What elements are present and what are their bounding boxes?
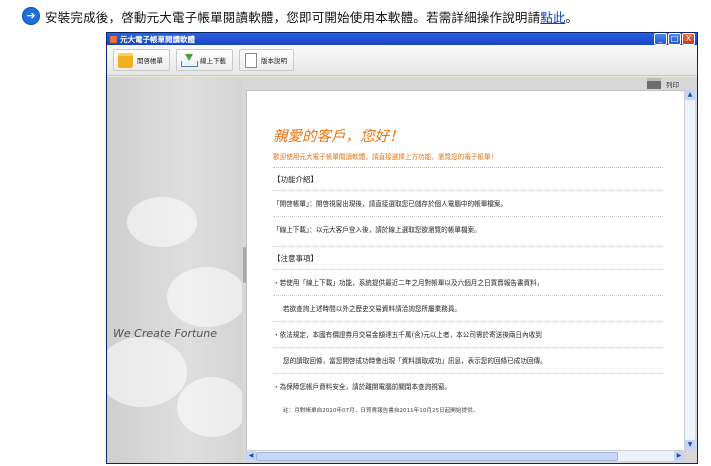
- features-section-title: 【功能介紹】: [273, 167, 663, 190]
- version-info-button[interactable]: 版本說明: [239, 49, 294, 71]
- app-window: 元大電子帳單閱讀軟體 _ □ X 開啓帳單 線上下載 版本說明 We Creat…: [106, 32, 698, 464]
- footnote: 註：月對帳單自2010年07月，日買賣報告書自2011年10月25日起開始提供。: [283, 408, 479, 414]
- feature-open-text: 「開啓帳單」：開啓視窗出現後，請直接選取您已儲存於個人電腦中的帳單檔案。: [273, 190, 663, 216]
- feature-download-text: 「線上下載」：以元大客戶登入後，請於線上選取您欲瀏覽的帳單檔案。: [273, 216, 663, 242]
- online-download-label: 線上下載: [200, 57, 226, 65]
- open-bill-label: 開啓帳單: [137, 57, 163, 65]
- welcome-content: 親愛的客戶，您好！ 歡迎使用元大電子帳單閱讀軟體，請直接選擇上方功能，瀏覽您的電…: [246, 90, 686, 452]
- open-bill-button[interactable]: 開啓帳單: [113, 49, 170, 71]
- flower-decoration: [107, 337, 187, 407]
- instruction-end: 。: [565, 9, 579, 25]
- window-title: 元大電子帳單閱讀軟體: [120, 34, 195, 44]
- maximize-button[interactable]: □: [668, 33, 681, 45]
- notes-section-title: 【注意事項】: [273, 246, 663, 269]
- flower-decoration: [127, 197, 197, 247]
- note-2-line-2: 您的讀取回條，當您開啓成功時會出現「資料讀取成功」訊息，表示您的回條已成功回傳。: [273, 347, 663, 373]
- vertical-scrollbar[interactable]: ▲ ▼: [684, 90, 695, 450]
- instruction-line: ➔ 安裝完成後，啓動元大電子帳單閱讀軟體，您即可開始使用本軟體。若需詳細操作說明…: [22, 6, 578, 26]
- greeting-heading: 親愛的客戶，您好！: [273, 129, 404, 145]
- download-icon: [181, 53, 198, 67]
- horizontal-scrollbar[interactable]: ◀ ▶: [246, 450, 684, 461]
- intro-text: 歡迎使用元大電子帳單閱讀軟體，請直接選擇上方功能，瀏覽您的電子帳單！: [273, 153, 498, 161]
- instruction-text: 安裝完成後，啓動元大電子帳單閱讀軟體，您即可開始使用本軟體。若需詳細操作說明請: [45, 9, 541, 25]
- minimize-button[interactable]: _: [654, 33, 667, 45]
- title-bar: 元大電子帳單閱讀軟體 _ □ X: [107, 33, 697, 45]
- version-info-label: 版本說明: [261, 57, 287, 65]
- scroll-right-icon[interactable]: ▶: [674, 451, 684, 461]
- flower-decoration: [167, 267, 242, 327]
- toolbar: 開啓帳單 線上下載 版本說明: [107, 45, 697, 76]
- click-here-link[interactable]: 點此: [540, 7, 565, 26]
- app-icon: [110, 35, 117, 43]
- close-button[interactable]: X: [682, 33, 695, 45]
- scroll-down-icon[interactable]: ▼: [685, 440, 695, 450]
- printer-icon: [647, 78, 661, 89]
- print-label: 列印: [666, 80, 679, 89]
- slogan: We Create Fortune: [113, 327, 218, 340]
- main-area: We Create Fortune 列印 親愛的客戶，您好！ 歡迎使用元大電子帳…: [107, 77, 697, 463]
- document-icon: [245, 52, 257, 68]
- online-download-button[interactable]: 線上下載: [176, 49, 233, 71]
- arrow-right-circle-icon: ➔: [22, 7, 40, 25]
- horizontal-scroll-thumb[interactable]: [256, 452, 618, 461]
- left-panel: We Create Fortune: [107, 77, 242, 463]
- scroll-left-icon[interactable]: ◀: [246, 451, 256, 461]
- flower-decoration: [177, 377, 242, 437]
- note-1-line-1: ・若使用「線上下載」功能，系統提供最近二年之月對帳單以及六個月之日買賣報告書資料…: [273, 269, 663, 295]
- scroll-up-icon[interactable]: ▲: [685, 90, 695, 100]
- print-button[interactable]: 列印: [647, 78, 679, 89]
- folder-icon: [118, 52, 133, 68]
- note-1-line-2: 若欲查詢上述時間以外之歷史交易資料請洽詢您所屬業務員。: [273, 295, 663, 321]
- note-2-line-1: ・依法規定，本國有價證券月交易金額達五千萬(含)元以上者，本公司需於寄送後兩日內…: [273, 321, 663, 347]
- note-3: ・為保障您帳戶資料安全，請於離開電腦前關閉本查詢視窗。: [273, 373, 663, 399]
